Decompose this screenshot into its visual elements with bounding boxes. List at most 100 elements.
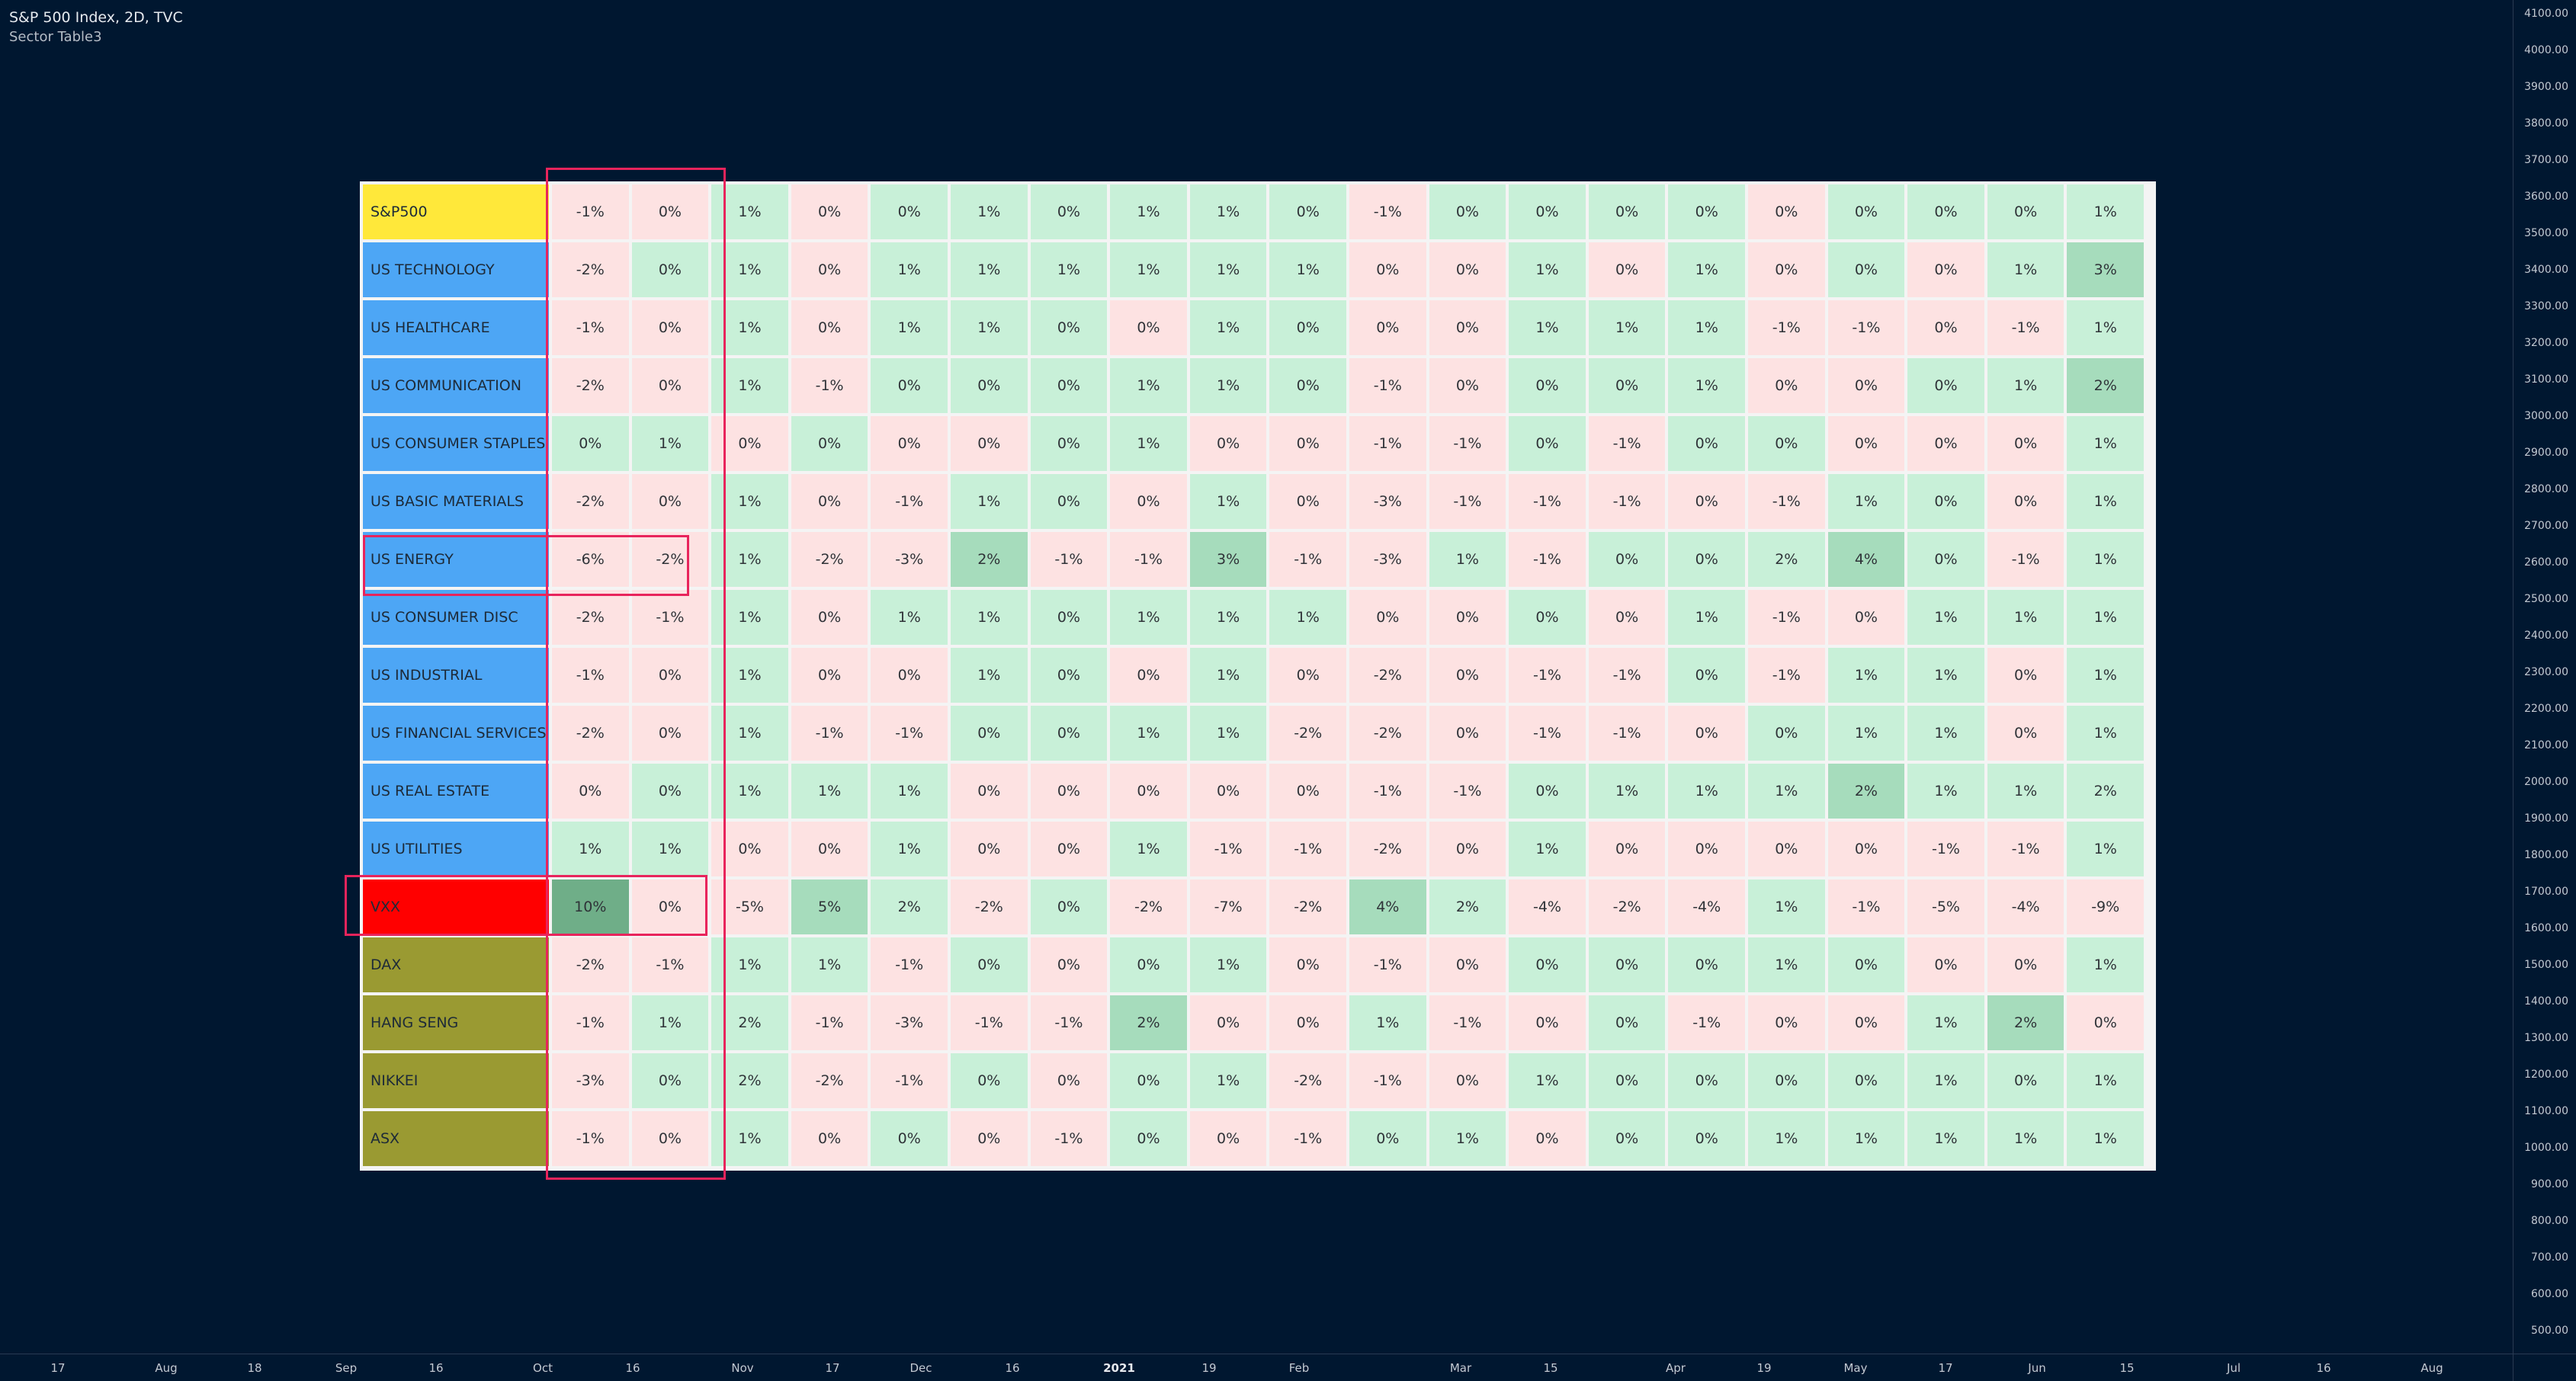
price-axis-label: 500.00 (2531, 1325, 2568, 1337)
value-cell: -3% (871, 532, 948, 587)
value-cell: -1% (1509, 706, 1586, 761)
price-axis-label: 2700.00 (2524, 520, 2568, 532)
value-cell: -1% (871, 474, 948, 529)
value-cell: 1% (631, 416, 709, 471)
value-cell: 0% (1748, 358, 1825, 413)
value-cell: 0% (951, 764, 1028, 819)
value-cell: -2% (1349, 822, 1426, 876)
value-cell: -1% (1189, 822, 1267, 876)
value-cell: 0% (1987, 648, 2064, 703)
value-cell: 0% (631, 358, 709, 413)
value-cell: 0% (1189, 416, 1267, 471)
value-cell: 1% (1189, 1053, 1267, 1108)
price-axis-label: 2200.00 (2524, 703, 2568, 715)
value-cell: 1% (1668, 590, 1745, 645)
value-cell: 1% (871, 822, 948, 876)
value-cell: 0% (1509, 995, 1586, 1050)
value-cell: 0% (1987, 474, 2064, 529)
value-cell: 1% (711, 474, 788, 529)
value-cell: -1% (1907, 822, 1984, 876)
value-cell: 0% (1429, 1053, 1506, 1108)
price-axis-label: 2400.00 (2524, 630, 2568, 642)
value-cell: 0% (1269, 416, 1346, 471)
value-cell: 1% (1907, 764, 1984, 819)
value-cell: 0% (711, 822, 788, 876)
chart-legend-title[interactable]: S&P 500 Index, 2D, TVC (9, 9, 183, 26)
row-label: US TECHNOLOGY (363, 242, 549, 297)
value-cell: 1% (791, 937, 868, 992)
value-cell: 1% (2067, 648, 2144, 703)
value-cell: 0% (1668, 474, 1745, 529)
value-cell: 0% (1030, 590, 1108, 645)
value-cell: 4% (1349, 880, 1426, 934)
value-cell: -2% (1588, 880, 1666, 934)
row-label: ASX (363, 1111, 549, 1166)
value-cell: 0% (1110, 300, 1187, 355)
value-cell: 3% (1189, 532, 1267, 587)
chart-area[interactable]: S&P 500 Index, 2D, TVC Sector Table3 S&P… (0, 0, 2513, 1354)
value-cell: -1% (1748, 590, 1825, 645)
value-cell: 1% (951, 242, 1028, 297)
value-cell: 4% (1827, 532, 1905, 587)
value-cell: 1% (1269, 242, 1346, 297)
time-axis-label: 15 (1543, 1361, 1558, 1375)
row-label: DAX (363, 937, 549, 992)
price-axis-label: 1900.00 (2524, 812, 2568, 825)
value-cell: 2% (711, 1053, 788, 1108)
value-cell: 0% (1987, 706, 2064, 761)
value-cell: 1% (1189, 242, 1267, 297)
value-cell: 1% (711, 532, 788, 587)
value-cell: 0% (1349, 242, 1426, 297)
value-cell: 0% (1509, 1111, 1586, 1166)
value-cell: 0% (791, 416, 868, 471)
value-cell: 0% (791, 590, 868, 645)
time-axis-label: Sep (335, 1361, 358, 1375)
value-cell: 1% (1189, 648, 1267, 703)
value-cell: 0% (1987, 184, 2064, 239)
time-axis[interactable]: 17 Aug 18 Sep 16 Oct 16 Nov 17 Dec 16 2021 19 Feb Mar 1… (0, 1354, 2513, 1381)
value-cell: 0% (1349, 590, 1426, 645)
time-axis-label: 19 (1201, 1361, 1217, 1375)
time-axis-label: 17 (1938, 1361, 1953, 1375)
value-cell: 1% (871, 764, 948, 819)
row-label: US HEALTHCARE (363, 300, 549, 355)
value-cell: 1% (2067, 822, 2144, 876)
value-cell: -3% (1349, 532, 1426, 587)
price-axis-label: 1400.00 (2524, 995, 2568, 1008)
value-cell: 1% (951, 184, 1028, 239)
value-cell: 0% (1588, 590, 1666, 645)
indicator-legend-title[interactable]: Sector Table3 (9, 29, 102, 45)
row-label: US FINANCIAL SERVICES (363, 706, 549, 761)
price-axis-label: 1200.00 (2524, 1069, 2568, 1081)
value-cell: 2% (711, 995, 788, 1050)
value-cell: 0% (1827, 822, 1905, 876)
value-cell: 1% (951, 590, 1028, 645)
value-cell: 1% (1748, 764, 1825, 819)
time-axis-label: 16 (428, 1361, 444, 1375)
value-cell: 0% (1110, 1053, 1187, 1108)
price-axis[interactable]: 4100.00 4000.00 3900.00 3800.00 3700.00 3600.… (2513, 0, 2576, 1354)
value-cell: 1% (1509, 242, 1586, 297)
value-cell: 1% (1748, 937, 1825, 992)
value-cell: 0% (1668, 1111, 1745, 1166)
value-cell: -1% (1748, 300, 1825, 355)
value-cell: 0% (2067, 995, 2144, 1050)
value-cell: 0% (631, 880, 709, 934)
value-cell: -1% (1668, 995, 1745, 1050)
value-cell: 1% (1907, 648, 1984, 703)
time-axis-label: 16 (625, 1361, 640, 1375)
value-cell: -1% (871, 937, 948, 992)
value-cell: 0% (1030, 648, 1108, 703)
value-cell: -1% (1429, 995, 1506, 1050)
value-cell: 1% (1349, 995, 1426, 1050)
value-cell: 0% (1429, 242, 1506, 297)
row-label: S&P500 (363, 184, 549, 239)
value-cell: 0% (1668, 822, 1745, 876)
value-cell: 0% (1907, 474, 1984, 529)
value-cell: 0% (791, 184, 868, 239)
time-axis-label: Aug (2420, 1361, 2443, 1375)
value-cell: 0% (1827, 358, 1905, 413)
row-label: US INDUSTRIAL (363, 648, 549, 703)
value-cell: 0% (1269, 184, 1346, 239)
price-axis-label: 900.00 (2531, 1178, 2568, 1190)
